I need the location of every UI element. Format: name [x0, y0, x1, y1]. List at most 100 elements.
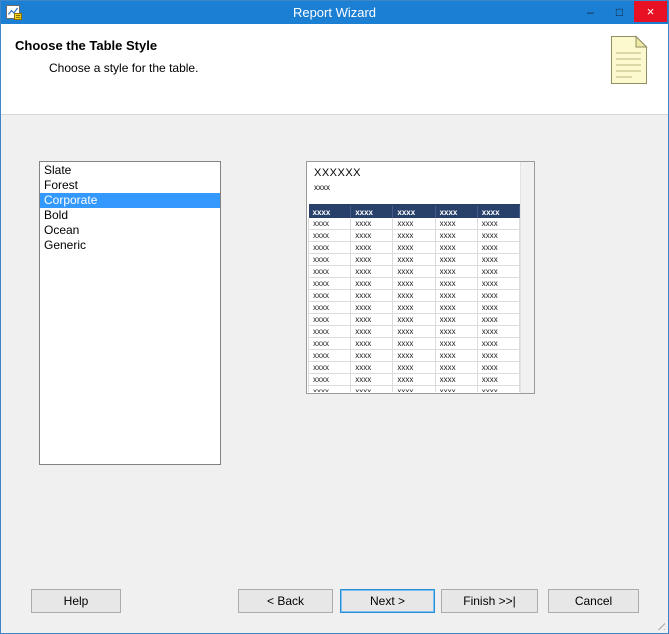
preview-table-cell: xxxx — [477, 290, 519, 302]
preview-table-row: xxxxxxxxxxxxxxxxxxxx — [309, 290, 520, 302]
preview-column-header: xxxx — [309, 205, 351, 218]
preview-table-cell: xxxx — [351, 254, 393, 266]
preview-table-cell: xxxx — [477, 350, 519, 362]
preview-table-row: xxxxxxxxxxxxxxxxxxxx — [309, 374, 520, 386]
help-button[interactable]: Help — [31, 589, 121, 613]
preview-table-cell: xxxx — [351, 374, 393, 386]
window-controls: – □ × — [576, 1, 667, 22]
preview-table-cell: xxxx — [477, 362, 519, 374]
preview-column-header: xxxx — [393, 205, 435, 218]
preview-table-cell: xxxx — [351, 314, 393, 326]
style-list-item-slate[interactable]: Slate — [40, 163, 220, 178]
preview-table-cell: xxxx — [393, 278, 435, 290]
preview-table-cell: xxxx — [309, 254, 351, 266]
preview-table: xxxxxxxxxxxxxxxxxxxx xxxxxxxxxxxxxxxxxxx… — [308, 204, 520, 392]
preview-table-row: xxxxxxxxxxxxxxxxxxxx — [309, 242, 520, 254]
preview-table-row: xxxxxxxxxxxxxxxxxxxx — [309, 278, 520, 290]
preview-table-cell: xxxx — [435, 302, 477, 314]
preview-table-cell: xxxx — [435, 314, 477, 326]
maximize-button[interactable]: □ — [605, 1, 634, 22]
preview-table-cell: xxxx — [309, 314, 351, 326]
preview-table-cell: xxxx — [309, 290, 351, 302]
report-document-icon — [610, 35, 648, 90]
preview-table-cell: xxxx — [435, 350, 477, 362]
preview-table-cell: xxxx — [309, 362, 351, 374]
preview-table-cell: xxxx — [393, 302, 435, 314]
preview-table-cell: xxxx — [435, 326, 477, 338]
preview-table-cell: xxxx — [435, 254, 477, 266]
cancel-button[interactable]: Cancel — [548, 589, 639, 613]
preview-report-title: XXXXXX — [314, 167, 361, 179]
preview-table-cell: xxxx — [351, 242, 393, 254]
preview-table-cell: xxxx — [309, 302, 351, 314]
preview-table-cell: xxxx — [309, 338, 351, 350]
style-list-item-corporate[interactable]: Corporate — [40, 193, 220, 208]
minimize-button[interactable]: – — [576, 1, 605, 22]
style-list-item-ocean[interactable]: Ocean — [40, 223, 220, 238]
preview-table-cell: xxxx — [393, 230, 435, 242]
preview-table-cell: xxxx — [477, 386, 519, 393]
style-list-item-generic[interactable]: Generic — [40, 238, 220, 253]
preview-table-row: xxxxxxxxxxxxxxxxxxxx — [309, 326, 520, 338]
close-button[interactable]: × — [634, 1, 667, 22]
preview-table-cell: xxxx — [351, 338, 393, 350]
preview-table-cell: xxxx — [351, 386, 393, 393]
preview-table-cell: xxxx — [435, 242, 477, 254]
preview-column-header: xxxx — [435, 205, 477, 218]
preview-table-cell: xxxx — [435, 374, 477, 386]
preview-table-row: xxxxxxxxxxxxxxxxxxxx — [309, 362, 520, 374]
preview-column-header: xxxx — [351, 205, 393, 218]
preview-table-row: xxxxxxxxxxxxxxxxxxxx — [309, 218, 520, 230]
preview-table-cell: xxxx — [309, 326, 351, 338]
finish-button[interactable]: Finish >>| — [441, 589, 538, 613]
style-listbox[interactable]: SlateForestCorporateBoldOceanGeneric — [39, 161, 221, 465]
preview-table-cell: xxxx — [393, 362, 435, 374]
preview-table-cell: xxxx — [393, 290, 435, 302]
preview-table-cell: xxxx — [393, 374, 435, 386]
style-list-item-bold[interactable]: Bold — [40, 208, 220, 223]
style-list-item-forest[interactable]: Forest — [40, 178, 220, 193]
preview-table-cell: xxxx — [393, 350, 435, 362]
preview-table-body: xxxxxxxxxxxxxxxxxxxxxxxxxxxxxxxxxxxxxxxx… — [309, 218, 520, 392]
resize-grip[interactable] — [654, 619, 665, 630]
preview-table-cell: xxxx — [393, 314, 435, 326]
preview-table-row: xxxxxxxxxxxxxxxxxxxx — [309, 350, 520, 362]
next-button[interactable]: Next > — [340, 589, 435, 613]
preview-table-cell: xxxx — [435, 278, 477, 290]
preview-table-cell: xxxx — [435, 230, 477, 242]
preview-table-cell: xxxx — [393, 218, 435, 230]
preview-table-cell: xxxx — [435, 362, 477, 374]
preview-table-cell: xxxx — [435, 218, 477, 230]
preview-table-cell: xxxx — [435, 290, 477, 302]
preview-table-cell: xxxx — [393, 386, 435, 393]
preview-table-cell: xxxx — [477, 326, 519, 338]
preview-column-header: xxxx — [477, 205, 519, 218]
preview-table-cell: xxxx — [351, 290, 393, 302]
preview-table-cell: xxxx — [309, 278, 351, 290]
window-title: Report Wizard — [1, 1, 668, 24]
preview-table-cell: xxxx — [351, 302, 393, 314]
preview-table-cell: xxxx — [393, 266, 435, 278]
back-button[interactable]: < Back — [238, 589, 333, 613]
preview-table-cell: xxxx — [477, 218, 519, 230]
preview-table-row: xxxxxxxxxxxxxxxxxxxx — [309, 386, 520, 393]
preview-table-cell: xxxx — [435, 386, 477, 393]
preview-table-cell: xxxx — [351, 350, 393, 362]
preview-table-cell: xxxx — [477, 278, 519, 290]
preview-table-cell: xxxx — [477, 314, 519, 326]
preview-table-cell: xxxx — [309, 218, 351, 230]
page-title: Choose the Table Style — [15, 38, 157, 53]
preview-table-container: xxxxxxxxxxxxxxxxxxxx xxxxxxxxxxxxxxxxxxx… — [308, 204, 520, 392]
preview-table-cell: xxxx — [351, 362, 393, 374]
report-wizard-window: Report Wizard – □ × Choose the Table Sty… — [0, 0, 669, 634]
preview-table-row: xxxxxxxxxxxxxxxxxxxx — [309, 314, 520, 326]
preview-table-cell: xxxx — [477, 374, 519, 386]
preview-table-cell: xxxx — [393, 242, 435, 254]
preview-table-cell: xxxx — [393, 254, 435, 266]
preview-table-row: xxxxxxxxxxxxxxxxxxxx — [309, 266, 520, 278]
preview-table-cell: xxxx — [477, 302, 519, 314]
preview-table-row: xxxxxxxxxxxxxxxxxxxx — [309, 338, 520, 350]
preview-scrollbar[interactable] — [520, 162, 534, 393]
titlebar: Report Wizard – □ × — [1, 1, 668, 24]
preview-table-cell: xxxx — [309, 266, 351, 278]
